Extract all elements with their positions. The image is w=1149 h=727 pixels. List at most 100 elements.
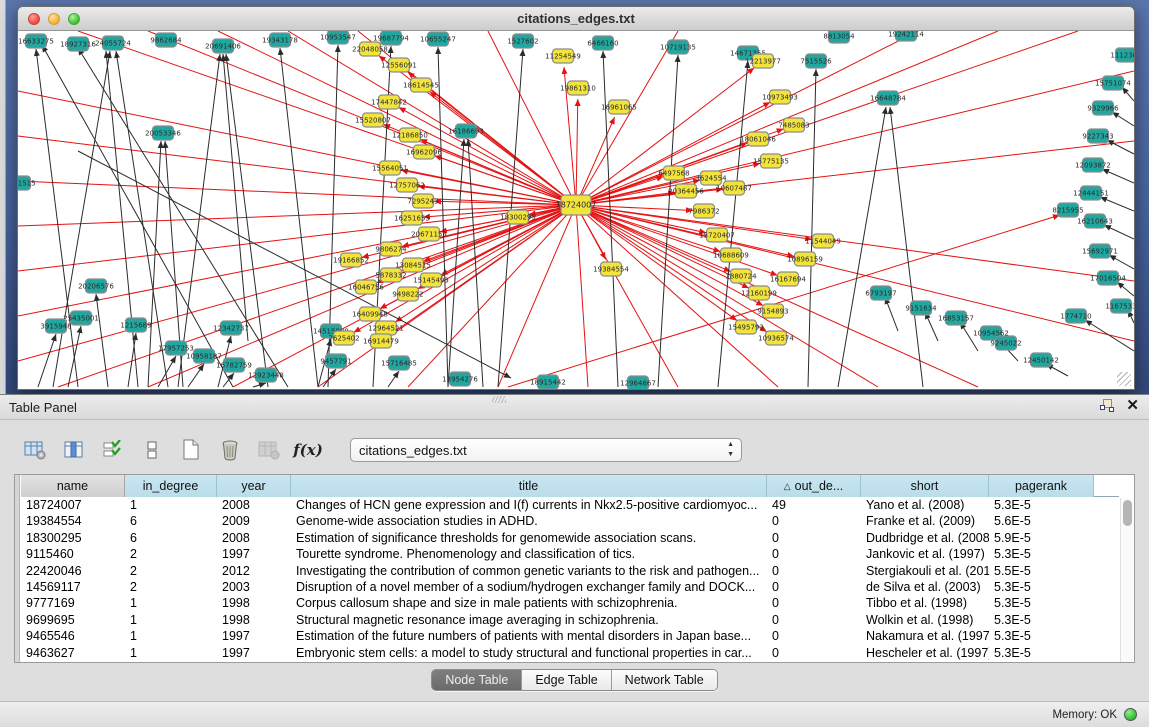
close-window-icon[interactable] xyxy=(28,13,40,25)
citation-edge-red[interactable] xyxy=(576,205,588,387)
table-row[interactable]: 946362711997Embryonic stem cells: a mode… xyxy=(21,645,1119,661)
paper-node-12757062[interactable]: 12757062 xyxy=(389,178,425,192)
paper-node-9329966[interactable]: 9329966 xyxy=(1087,101,1119,115)
paper-node-19384554[interactable]: 19384554 xyxy=(593,262,629,276)
citation-edge-black[interactable] xyxy=(253,383,266,387)
paper-node-12964521[interactable]: 12964521 xyxy=(368,321,404,335)
network-window-titlebar[interactable]: citations_edges.txt xyxy=(18,7,1134,31)
table-row[interactable]: 946554611997Estimation of the future num… xyxy=(21,628,1119,644)
window-resize-grip[interactable] xyxy=(1117,372,1131,386)
citation-edge-black[interactable] xyxy=(885,297,898,331)
tab-edge-table[interactable]: Edge Table xyxy=(521,670,610,690)
column-header-short[interactable]: short xyxy=(861,475,989,497)
paper-node-7625402[interactable]: 7625402 xyxy=(328,331,359,345)
column-checklist-icon[interactable] xyxy=(100,437,126,463)
table-row[interactable]: 2242004622012Investigating the contribut… xyxy=(21,563,1119,579)
paper-node-5878332[interactable]: 5878332 xyxy=(375,268,406,282)
paper-node-6497568[interactable]: 6497568 xyxy=(658,166,689,180)
paper-node-12923448[interactable]: 12923448 xyxy=(248,368,284,382)
paper-node-1112304[interactable]: 1112304 xyxy=(1110,48,1134,62)
new-table-icon[interactable] xyxy=(178,437,204,463)
citation-edge-black[interactable] xyxy=(38,334,56,387)
delete-column-icon[interactable] xyxy=(217,437,243,463)
column-header-pagerank[interactable]: pagerank xyxy=(989,475,1094,497)
paper-node-3624554[interactable]: 3624554 xyxy=(695,171,727,185)
paper-node-17016504[interactable]: 17016504 xyxy=(1090,271,1126,285)
tab-node-table[interactable]: Node Table xyxy=(432,670,521,690)
paper-node-19242114[interactable]: 19242114 xyxy=(888,31,924,41)
table-row[interactable]: 1830029562008Estimation of significance … xyxy=(21,530,1119,546)
citation-edge-black[interactable] xyxy=(808,69,816,387)
paper-node-18724007[interactable]: 18724007 xyxy=(556,195,597,215)
table-selector-dropdown[interactable]: citations_edges.txt ▲▼ xyxy=(350,438,742,462)
close-panel-icon[interactable]: ✕ xyxy=(1126,398,1139,413)
paper-node-12093872[interactable]: 12093872 xyxy=(1075,158,1111,172)
paper-node-20364456[interactable]: 20364456 xyxy=(668,184,704,198)
citation-edge-black[interactable] xyxy=(1100,197,1134,211)
paper-node-9862684[interactable]: 9862684 xyxy=(150,33,182,47)
paper-node-16186693[interactable]: 16186693 xyxy=(448,124,484,138)
paper-node-10953547[interactable]: 10953547 xyxy=(320,31,356,44)
citation-edge-black[interactable] xyxy=(1102,169,1134,183)
paper-node-11544049[interactable]: 11544049 xyxy=(805,234,841,248)
citation-edge-red[interactable] xyxy=(508,215,1060,387)
paper-node-12964667[interactable]: 12964667 xyxy=(620,376,656,389)
paper-node-10655247[interactable]: 10655247 xyxy=(420,32,456,46)
column-header-title[interactable]: title xyxy=(291,475,767,497)
paper-node-9154893[interactable]: 9154893 xyxy=(757,304,788,318)
table-scrollbar[interactable] xyxy=(1120,498,1133,662)
paper-node-3915948[interactable]: 3915948 xyxy=(40,319,71,333)
splitter-grip[interactable] xyxy=(492,396,506,403)
citation-edge-black[interactable] xyxy=(925,312,938,341)
citation-edge-black[interactable] xyxy=(36,49,78,387)
paper-node-15495793[interactable]: 15495793 xyxy=(728,320,764,334)
citation-network-graph[interactable]: 1663327518927316240557249862684206914061… xyxy=(18,31,1134,389)
paper-node-16409948[interactable]: 16409948 xyxy=(352,307,388,321)
paper-node-20671153[interactable]: 20671153 xyxy=(411,227,447,241)
citation-edge-black[interactable] xyxy=(838,107,886,387)
paper-node-15564051[interactable]: 15564051 xyxy=(372,161,408,175)
column-header-out_de[interactable]: △out_de... xyxy=(767,475,861,497)
paper-node-10973493[interactable]: 10973493 xyxy=(762,90,798,104)
paper-node-15751074[interactable]: 15751074 xyxy=(1095,76,1131,90)
table-panel-titlebar[interactable]: Table Panel ✕ xyxy=(0,395,1149,420)
citation-edge-black[interactable] xyxy=(890,107,923,387)
paper-node-10688609[interactable]: 10688609 xyxy=(713,248,749,262)
column-header-name[interactable]: name xyxy=(21,475,125,497)
paper-node-9457791[interactable]: 9457791 xyxy=(320,354,351,368)
citation-edge-black[interactable] xyxy=(1109,255,1134,269)
citation-edge-black[interactable] xyxy=(42,45,233,387)
paper-node-12450142[interactable]: 12450142 xyxy=(1023,353,1059,367)
tab-network-table[interactable]: Network Table xyxy=(611,670,717,690)
paper-node-16853157[interactable]: 16853157 xyxy=(938,311,974,325)
paper-node-8813054[interactable]: 8813054 xyxy=(823,31,855,43)
column-header-year[interactable]: year xyxy=(217,475,291,497)
citation-edge-black[interactable] xyxy=(1122,87,1134,101)
table-row[interactable]: 911546021997Tourette syndrome. Phenomeno… xyxy=(21,546,1119,562)
citation-edge-black[interactable] xyxy=(280,48,318,387)
column-select-icon[interactable] xyxy=(61,437,87,463)
paper-node-7485083[interactable]: 7485083 xyxy=(778,118,809,132)
citation-edge-red[interactable] xyxy=(430,92,576,205)
paper-node-18927316[interactable]: 18927316 xyxy=(60,37,96,51)
paper-node-15716485[interactable]: 15716485 xyxy=(381,356,417,370)
citation-edge-red[interactable] xyxy=(576,71,1134,205)
paper-node-18614545[interactable]: 18614545 xyxy=(403,78,439,92)
citation-edge-black[interactable] xyxy=(448,139,464,387)
paper-node-12160199[interactable]: 12160199 xyxy=(741,286,777,300)
paper-node-18915442[interactable]: 18915442 xyxy=(530,375,566,389)
citation-edge-red[interactable] xyxy=(288,31,576,205)
paper-node-9498222[interactable]: 9498222 xyxy=(392,287,423,301)
network-canvas[interactable]: 1663327518927316240557249862684206914061… xyxy=(18,31,1134,389)
paper-node-9151634[interactable]: 9151634 xyxy=(905,301,937,315)
memory-status-icon[interactable] xyxy=(1124,708,1137,721)
paper-node-11254549[interactable]: 11254549 xyxy=(545,49,581,63)
paper-node-19343178[interactable]: 19343178 xyxy=(262,33,298,47)
paper-node-1215689[interactable]: 1215689 xyxy=(120,318,151,332)
paper-node-9245022[interactable]: 9245022 xyxy=(990,336,1021,350)
paper-node-16633275[interactable]: 16633275 xyxy=(18,34,54,48)
paper-node-12342737[interactable]: 12342737 xyxy=(213,321,249,335)
citation-edge-red[interactable] xyxy=(576,205,1134,341)
paper-node-16210643[interactable]: 16210643 xyxy=(1077,214,1113,228)
paper-node-15720407[interactable]: 15720407 xyxy=(699,228,735,242)
